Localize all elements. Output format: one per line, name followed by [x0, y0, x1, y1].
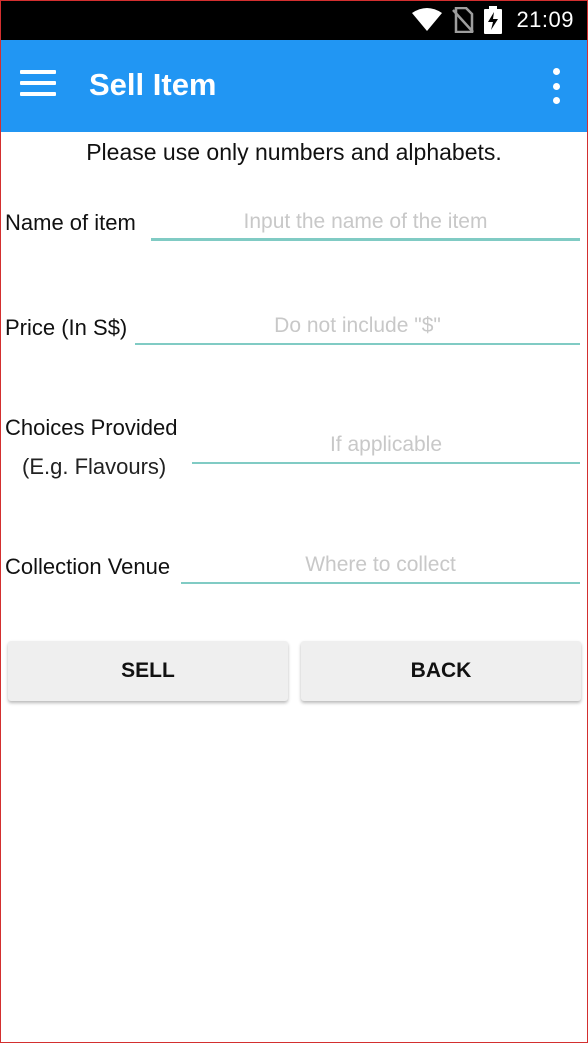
price-label: Price (In S$) [5, 315, 128, 340]
choices-label: Choices Provided [5, 415, 178, 440]
price-input[interactable] [135, 309, 580, 345]
choices-input[interactable] [192, 428, 580, 464]
name-label: Name of item [5, 210, 136, 235]
app-bar: Sell Item [0, 40, 588, 132]
status-bar: 21:09 [0, 0, 588, 40]
no-sim-icon [452, 7, 475, 33]
choices-sublabel: (E.g. Flavours) [22, 454, 167, 479]
more-vertical-icon[interactable] [548, 68, 564, 104]
instruction-text: Please use only numbers and alphabets. [86, 139, 502, 165]
hamburger-menu-icon[interactable] [20, 70, 58, 100]
venue-label: Collection Venue [5, 554, 171, 579]
name-input[interactable] [151, 205, 580, 241]
sell-button[interactable]: SELL [8, 641, 288, 701]
app-title: Sell Item [89, 67, 217, 102]
venue-input[interactable] [181, 548, 580, 584]
back-button[interactable]: BACK [301, 641, 581, 701]
status-icons: 21:09 [412, 0, 574, 40]
wifi-icon [412, 8, 443, 31]
battery-charging-icon [484, 6, 503, 34]
status-time: 21:09 [516, 7, 574, 32]
